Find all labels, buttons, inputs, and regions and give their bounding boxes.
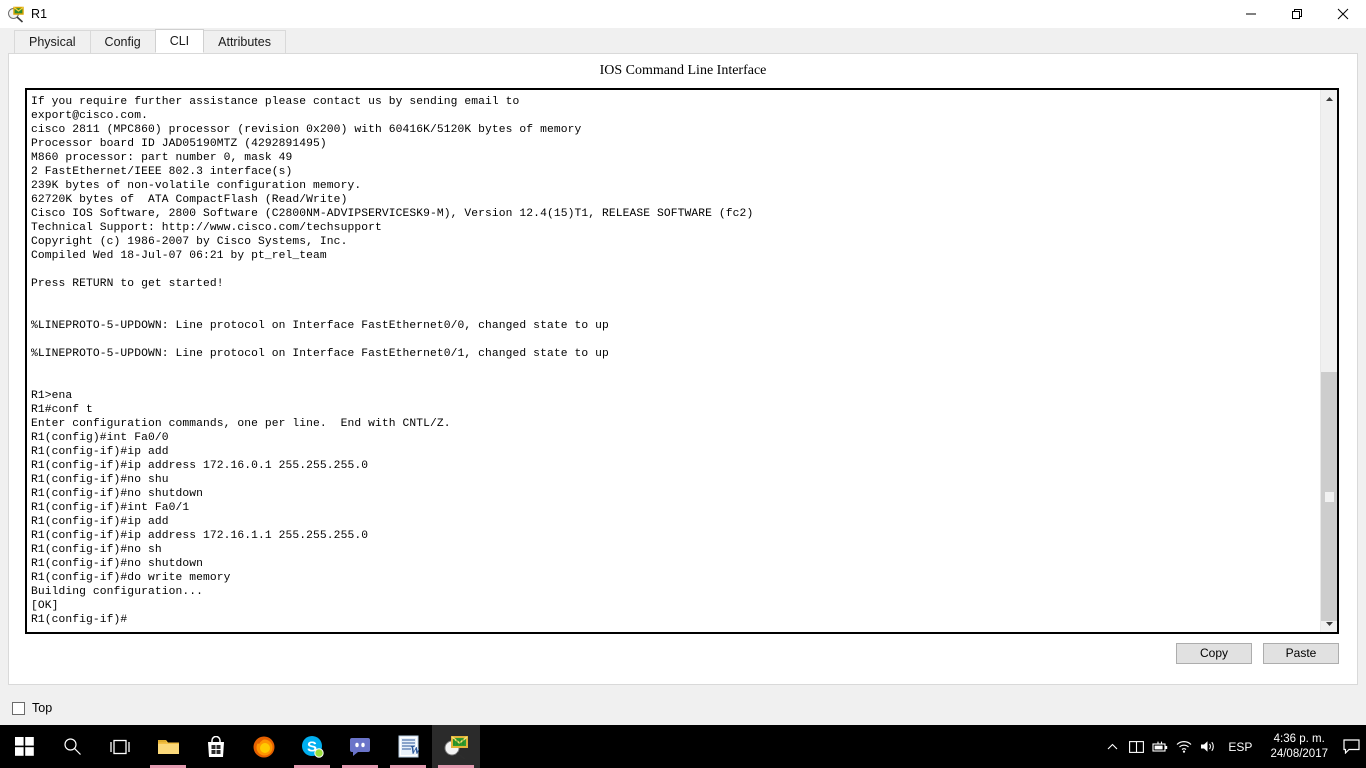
tab-strip: Physical Config CLI Attributes [0, 28, 1366, 53]
taskbar-app-list: S W [0, 725, 480, 768]
notification-icon[interactable] [1336, 725, 1366, 768]
file-explorer-button[interactable] [144, 725, 192, 768]
windows-taskbar: S W [0, 725, 1366, 768]
system-tray: ESP 4:36 p. m. 24/08/2017 [1100, 725, 1366, 768]
tab-physical[interactable]: Physical [14, 30, 91, 53]
tab-config[interactable]: Config [89, 30, 156, 53]
top-checkbox[interactable] [12, 701, 25, 715]
tab-attributes[interactable]: Attributes [203, 30, 286, 53]
discord-button[interactable] [336, 725, 384, 768]
title-bar: R1 [0, 0, 1366, 28]
scrollbar-thumb[interactable] [1321, 372, 1337, 621]
scroll-up-button[interactable] [1321, 90, 1337, 107]
firefox-button[interactable] [240, 725, 288, 768]
task-view-button[interactable] [96, 725, 144, 768]
copy-button[interactable]: Copy [1176, 643, 1252, 664]
wifi-icon[interactable] [1172, 725, 1196, 768]
cli-content-panel: IOS Command Line Interface If you requir… [8, 53, 1358, 685]
window-title: R1 [31, 7, 48, 21]
minimize-icon[interactable] [1228, 0, 1274, 28]
svg-text:W: W [410, 743, 419, 757]
clock-time: 4:36 p. m. [1273, 732, 1325, 745]
packet-tracer-button[interactable] [432, 725, 480, 768]
tab-cli[interactable]: CLI [154, 29, 205, 53]
language-indicator[interactable]: ESP [1220, 740, 1262, 754]
skype-button[interactable]: S [288, 725, 336, 768]
terminal-actions: Copy Paste [9, 643, 1339, 664]
scrollbar-track[interactable] [1321, 107, 1337, 621]
top-checkbox-label: Top [32, 701, 53, 715]
clock[interactable]: 4:36 p. m. 24/08/2017 [1262, 732, 1336, 762]
battery-icon[interactable] [1148, 725, 1172, 768]
speaker-icon[interactable] [1196, 725, 1220, 768]
word-button[interactable]: W [384, 725, 432, 768]
restore-icon[interactable] [1274, 0, 1320, 28]
terminal-container: If you require further assistance please… [25, 88, 1339, 634]
clock-date: 24/08/2017 [1270, 747, 1328, 760]
window-controls [1228, 0, 1366, 28]
terminal-output[interactable]: If you require further assistance please… [27, 90, 1320, 632]
search-button[interactable] [48, 725, 96, 768]
chevron-up-icon[interactable] [1100, 725, 1124, 768]
start-button[interactable] [0, 725, 48, 768]
footer-bar: Top [0, 691, 1366, 725]
panel-icon[interactable] [1124, 725, 1148, 768]
packet-tracer-device-window: R1 Physical Config CLI Attributes IOS Co… [0, 0, 1366, 725]
paste-button[interactable]: Paste [1263, 643, 1339, 664]
close-icon[interactable] [1320, 0, 1366, 28]
cli-header-title: IOS Command Line Interface [599, 63, 767, 78]
scrollbar-thumb-grip [1325, 491, 1334, 502]
terminal-scrollbar[interactable] [1320, 90, 1337, 632]
packet-tracer-icon [7, 5, 25, 23]
microsoft-store-button[interactable] [192, 725, 240, 768]
